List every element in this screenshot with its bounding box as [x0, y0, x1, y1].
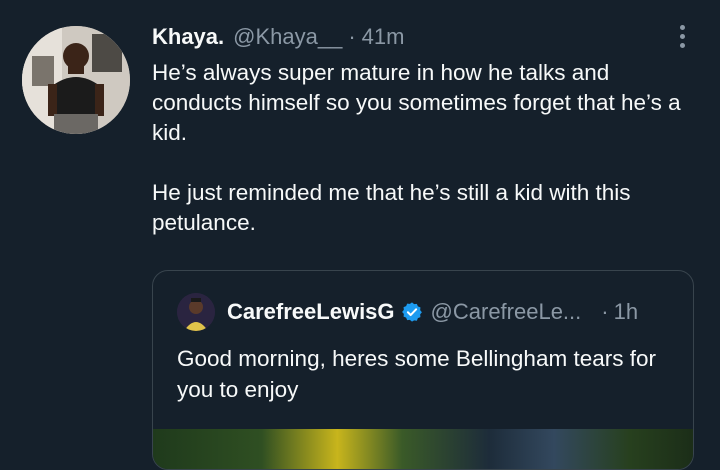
tweet-paragraph: He just reminded me that he’s still a ki… — [152, 180, 631, 235]
user-avatar[interactable] — [22, 26, 130, 134]
display-name[interactable]: Khaya. — [152, 24, 224, 50]
verified-badge-icon — [401, 302, 422, 322]
timestamp[interactable]: 41m — [362, 24, 405, 50]
quoted-display-name[interactable]: CarefreeLewisG — [227, 299, 395, 325]
quoted-media-image[interactable] — [153, 429, 693, 469]
quoted-user-handle[interactable]: @CarefreeLe... — [431, 299, 582, 325]
avatar-photo — [22, 26, 130, 134]
quoted-tweet[interactable]: CarefreeLewisG @CarefreeLe... · 1h Good … — [152, 270, 694, 470]
tweet-paragraph: He’s always super mature in how he talks… — [152, 60, 681, 145]
separator-dot: · — [348, 24, 356, 49]
quoted-timestamp[interactable]: 1h — [614, 299, 638, 325]
quoted-tweet-text: Good morning, heres some Bellingham tear… — [177, 346, 656, 402]
quoted-user-avatar[interactable] — [177, 293, 215, 331]
tweet-header: Khaya. @Khaya__ · 41m — [152, 22, 404, 52]
quoted-avatar-image — [177, 293, 215, 331]
separator-dot: · — [601, 299, 609, 324]
more-dot — [679, 42, 685, 48]
more-options-icon[interactable] — [668, 20, 696, 52]
user-handle[interactable]: @Khaya__ — [233, 24, 342, 50]
tweet-text: He’s always super mature in how he talks… — [152, 58, 702, 238]
more-dot — [679, 24, 685, 30]
quoted-tweet-header: CarefreeLewisG @CarefreeLe... · 1h — [227, 297, 673, 327]
more-dot — [679, 33, 685, 39]
